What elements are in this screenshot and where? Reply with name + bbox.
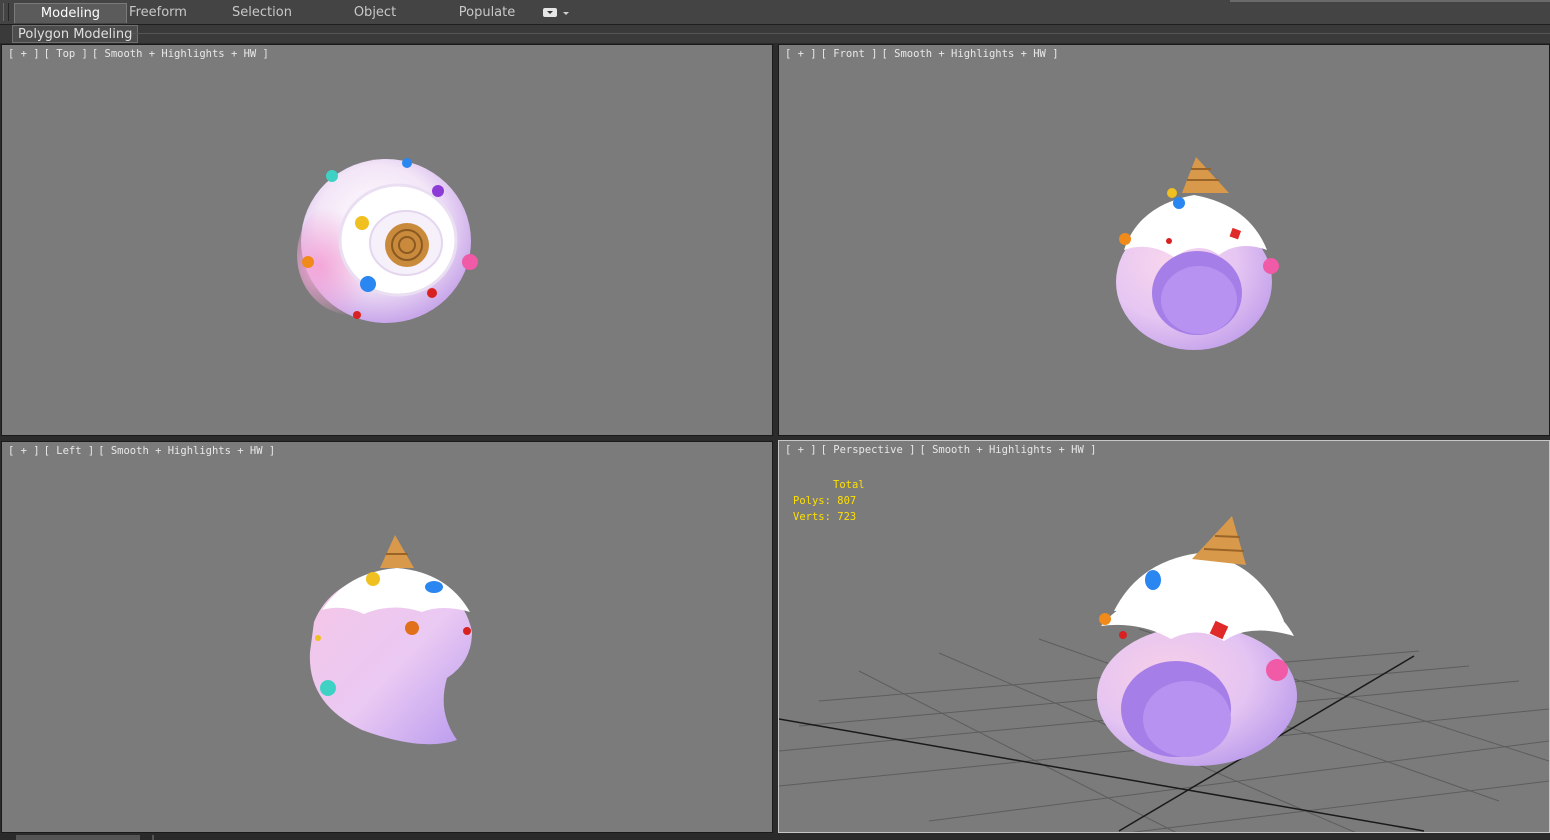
ribbon-tabs: Modeling Freeform Selection Object Paint…	[0, 0, 1550, 40]
panel-divider	[132, 33, 1550, 34]
viewport-front[interactable]: [ + ][ Front ][ Smooth + Highlights + HW…	[778, 44, 1550, 436]
model-top-view	[297, 158, 478, 323]
model-left-view	[309, 535, 472, 745]
viewport-perspective[interactable]: [ + ][ Perspective ][ Smooth + Highlight…	[778, 440, 1550, 833]
tab-populate[interactable]: Populate	[456, 3, 518, 23]
tab-freeform[interactable]: Freeform	[120, 3, 196, 23]
chevron-down-icon	[563, 12, 569, 15]
status-bar	[0, 834, 1550, 840]
model-front-view	[1116, 157, 1279, 350]
tab-object-paint[interactable]: Object Paint	[336, 3, 414, 40]
time-slider[interactable]	[16, 835, 140, 840]
ribbon-grip[interactable]	[3, 3, 9, 21]
status-divider	[152, 835, 154, 840]
tab-modeling[interactable]: Modeling	[14, 3, 127, 23]
ribbon-panel-bar: Polygon Modeling	[0, 25, 1550, 43]
viewport-top[interactable]: [ + ][ Top ][ Smooth + Highlights + HW ]	[1, 44, 773, 436]
tab-selection[interactable]: Selection	[226, 3, 298, 23]
model-perspective-view	[779, 516, 1549, 832]
ribbon-menu-dropdown-button[interactable]	[543, 6, 573, 20]
polygon-modeling-panel-button[interactable]: Polygon Modeling	[12, 25, 139, 43]
ribbon-menu-icon	[543, 8, 557, 17]
viewport-left[interactable]: [ + ][ Left ][ Smooth + Highlights + HW …	[1, 441, 773, 833]
ribbon-divider	[1230, 0, 1550, 2]
